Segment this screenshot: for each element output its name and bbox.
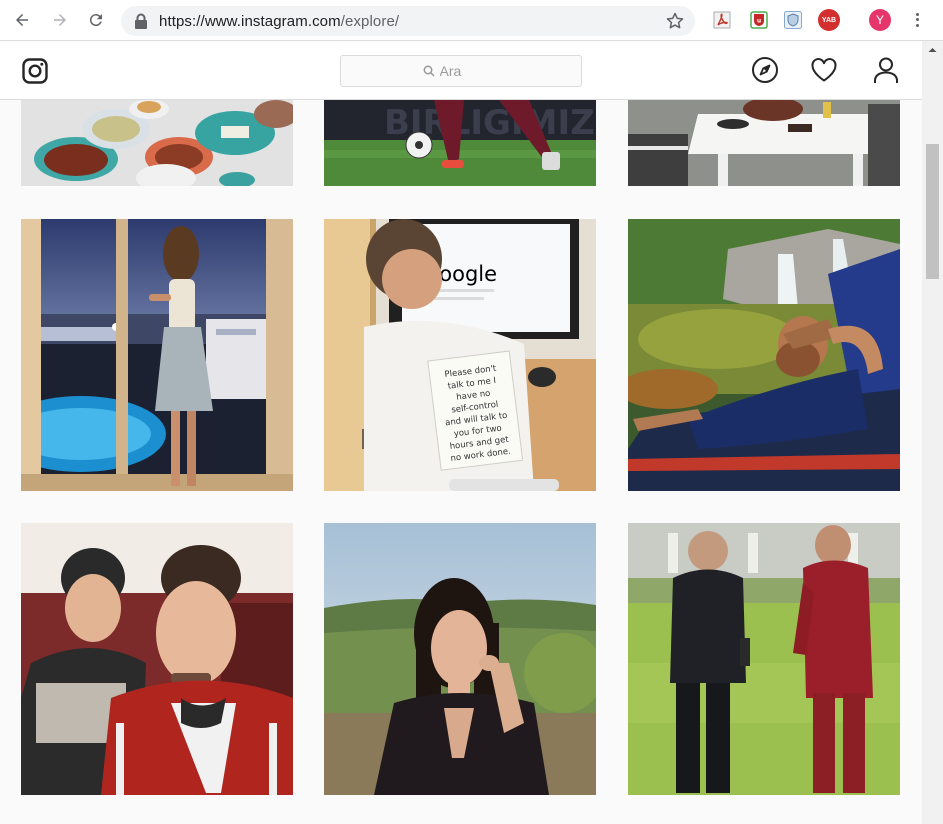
extension-shield-red[interactable]: u — [749, 10, 769, 30]
search-box[interactable] — [340, 55, 582, 87]
post-image — [628, 219, 900, 491]
post-image: Google Please don't talk to me I have no… — [324, 219, 596, 491]
page-scrollbar[interactable] — [922, 41, 943, 824]
extension-pdf[interactable] — [712, 10, 732, 30]
address-bar[interactable]: https://www.instagram.com/explore/ — [121, 6, 695, 36]
yab-badge: YAB — [821, 16, 837, 24]
compass-explore-icon[interactable] — [751, 56, 779, 84]
menu-dot-icon — [915, 13, 919, 17]
chrome-menu-button[interactable] — [910, 9, 924, 31]
profile-initial: Y — [875, 13, 884, 27]
menu-dot-icon — [915, 18, 919, 22]
browser-toolbar: https://www.instagram.com/explore/ u YAB… — [0, 0, 943, 41]
arrow-right-icon — [54, 14, 66, 26]
pdf-icon — [713, 11, 731, 29]
post-image — [21, 100, 293, 186]
user-profile-icon[interactable] — [872, 56, 900, 84]
explore-grid: BIRLIGIMIZ Google Please don't talk to m… — [0, 100, 922, 824]
post-tile-two-guys-selfie[interactable] — [21, 523, 293, 795]
search-input[interactable] — [439, 63, 500, 79]
instagram-logo-icon[interactable] — [22, 58, 48, 84]
back-button[interactable] — [10, 8, 34, 32]
svg-text:u: u — [757, 18, 761, 25]
bookmark-star-icon[interactable] — [665, 11, 685, 31]
post-image — [324, 523, 596, 795]
post-tile-woman-portrait-hills[interactable] — [324, 523, 596, 795]
reload-icon — [89, 14, 102, 27]
post-image — [628, 523, 900, 795]
forward-button[interactable] — [48, 8, 72, 32]
post-tile-woman-window-pool[interactable] — [21, 219, 293, 491]
post-image: BIRLIGIMIZ — [324, 100, 596, 186]
url-host: https://www.instagram.com — [159, 13, 341, 30]
profile-avatar[interactable]: Y — [869, 9, 891, 31]
scroll-up-arrow-icon[interactable] — [922, 41, 943, 58]
url-text[interactable]: https://www.instagram.com/explore/ — [159, 13, 399, 30]
extension-shield-blue[interactable] — [783, 10, 803, 30]
heart-activity-icon[interactable] — [810, 56, 838, 84]
lock-icon — [135, 13, 147, 29]
post-image — [628, 100, 900, 186]
post-tile-restaurant-tables[interactable] — [628, 100, 900, 186]
post-tile-man-hammock-waterfall[interactable] — [628, 219, 900, 491]
ublock-icon: u — [750, 11, 768, 29]
url-path: /explore/ — [340, 13, 400, 30]
post-tile-food-table[interactable] — [21, 100, 293, 186]
extension-yab[interactable]: YAB — [818, 9, 840, 31]
instagram-header — [0, 41, 922, 100]
arrow-left-icon — [16, 14, 28, 26]
post-image — [21, 523, 293, 795]
shield-icon — [784, 11, 802, 29]
post-tile-coaches-talking-pitch[interactable] — [628, 523, 900, 795]
post-tile-football-player[interactable]: BIRLIGIMIZ — [324, 100, 596, 186]
scrollbar-thumb[interactable] — [926, 144, 939, 279]
menu-dot-icon — [915, 23, 919, 27]
post-image — [21, 219, 293, 491]
search-icon — [423, 65, 435, 77]
post-tile-google-shirt-note[interactable]: Google Please don't talk to me I have no… — [324, 219, 596, 491]
reload-button[interactable] — [84, 8, 108, 32]
